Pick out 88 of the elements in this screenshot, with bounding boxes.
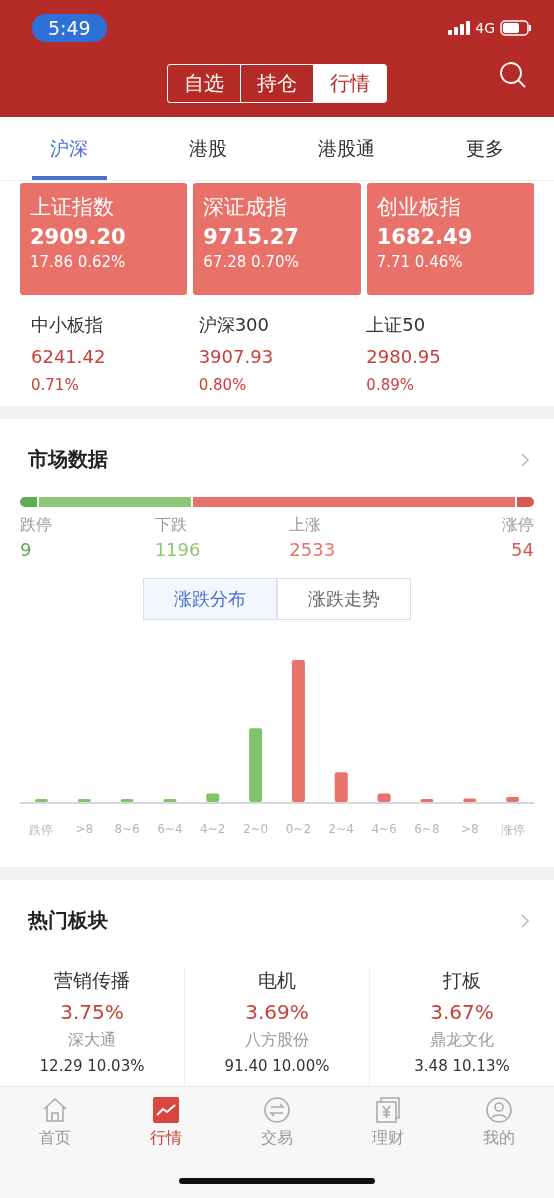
trend-chart-icon (152, 1096, 181, 1125)
axis-label: 跌停 (28, 822, 55, 840)
breadth-label: 下跌 (154, 515, 187, 537)
breadth-count: 9 (20, 539, 32, 561)
axis-label: >8 (74, 822, 95, 839)
leading-stock: 鼎龙文化 (430, 1029, 494, 1051)
chart-view-tab[interactable]: 涨跌分布 (143, 578, 277, 621)
nav-tab[interactable]: 我的 (443, 1095, 554, 1151)
histogram-bar (377, 793, 391, 803)
index-name: 中小板指 (31, 312, 104, 337)
breadth-count: 1196 (154, 539, 201, 561)
axis-label: 4~6 (370, 822, 398, 839)
segment-tab[interactable]: 自选 (168, 64, 240, 102)
index-value: 2980.95 (366, 345, 442, 367)
index-value: 3907.93 (198, 345, 275, 367)
index-card[interactable]: 深证成指 9715.27 67.28 0.70% (193, 182, 361, 295)
battery-icon (500, 20, 532, 36)
nav-tab[interactable]: 首页 (0, 1095, 111, 1151)
market-tab[interactable]: 沪深 (32, 116, 107, 180)
breadth-count: 2533 (289, 539, 336, 561)
index-change: 0.80% (198, 375, 248, 394)
sector-name: 电机 (258, 967, 296, 993)
axis-label: 2~0 (241, 822, 270, 839)
network-type: 4G (475, 20, 495, 36)
index-name: 创业板指 (376, 193, 462, 221)
index-change: 7.71 0.46% (376, 252, 464, 271)
histogram-bar (334, 772, 348, 803)
leading-stock-quote: 3.48 10.13% (414, 1056, 510, 1075)
axis-label: 0~2 (284, 822, 313, 839)
nav-tab[interactable]: 交易 (221, 1095, 333, 1151)
histogram-bar (206, 793, 220, 803)
axis-label: >8 (459, 822, 480, 839)
segment-tab[interactable]: 行情 (313, 64, 386, 102)
histogram-bar (34, 799, 48, 803)
index-change: 67.28 0.70% (203, 252, 300, 271)
nav-tab[interactable]: 行情 (110, 1095, 222, 1151)
market-tab[interactable]: 港股通 (309, 116, 384, 180)
index-name: 深证成指 (203, 193, 289, 221)
histogram-bar (463, 798, 477, 803)
nav-tab[interactable]: 理财 (332, 1095, 444, 1151)
chevron-right-icon[interactable] (520, 451, 530, 468)
leading-stock: 八方股份 (245, 1029, 309, 1051)
index-name: 上证指数 (30, 193, 115, 221)
index-value: 2909.20 (30, 224, 127, 249)
status-time: 5:49 (32, 14, 107, 42)
histogram-bar (120, 799, 134, 803)
section-title: 热门板块 (28, 907, 108, 935)
sector-name: 营销传播 (54, 967, 130, 993)
index-name: 沪深300 (198, 312, 271, 337)
histogram-bar (506, 797, 520, 803)
index-change: 0.89% (366, 375, 415, 394)
yuan-document-icon (373, 1096, 402, 1125)
index-change: 0.71% (31, 375, 80, 394)
index-card[interactable]: 上证指数 2909.20 17.86 0.62% (20, 182, 188, 295)
leading-stock-quote: 12.29 10.03% (39, 1056, 145, 1075)
index-value: 6241.42 (31, 345, 107, 367)
breadth-label: 上涨 (289, 515, 322, 537)
market-tab[interactable]: 更多 (447, 116, 522, 180)
section-title: 市场数据 (28, 446, 108, 474)
breadth-count: 54 (511, 539, 534, 561)
market-tab[interactable]: 港股 (170, 116, 245, 180)
chart-view-tab[interactable]: 涨跌走势 (277, 578, 411, 621)
histogram-bar (420, 799, 434, 803)
index-value: 1682.49 (376, 224, 474, 249)
chevron-right-icon[interactable] (520, 912, 530, 929)
axis-label: 8~6 (113, 822, 141, 839)
index-change: 17.86 0.62% (30, 252, 127, 271)
sector-name: 打板 (443, 967, 481, 993)
index-value: 9715.27 (203, 224, 300, 249)
sector-change: 3.67% (430, 999, 494, 1024)
leading-stock: 深大通 (68, 1029, 116, 1051)
leading-stock-quote: 91.40 10.00% (224, 1056, 330, 1075)
histogram-bar (163, 799, 177, 803)
user-icon (484, 1096, 513, 1125)
sector-change: 3.69% (245, 999, 309, 1024)
sector-change: 3.75% (60, 999, 124, 1024)
axis-label: 涨停 (499, 822, 526, 840)
index-card[interactable]: 创业板指 1682.49 7.71 0.46% (366, 182, 534, 295)
axis-label: 2~4 (327, 822, 355, 839)
axis-label: 6~4 (156, 822, 184, 839)
axis-label: 4~2 (199, 822, 227, 839)
breadth-label: 涨停 (501, 515, 534, 537)
histogram-bar (77, 799, 91, 803)
exchange-icon (263, 1096, 291, 1125)
breadth-label: 跌停 (20, 515, 52, 537)
axis-label: 6~8 (413, 822, 441, 839)
signal-icon (448, 21, 471, 35)
index-name: 上证50 (366, 312, 427, 337)
